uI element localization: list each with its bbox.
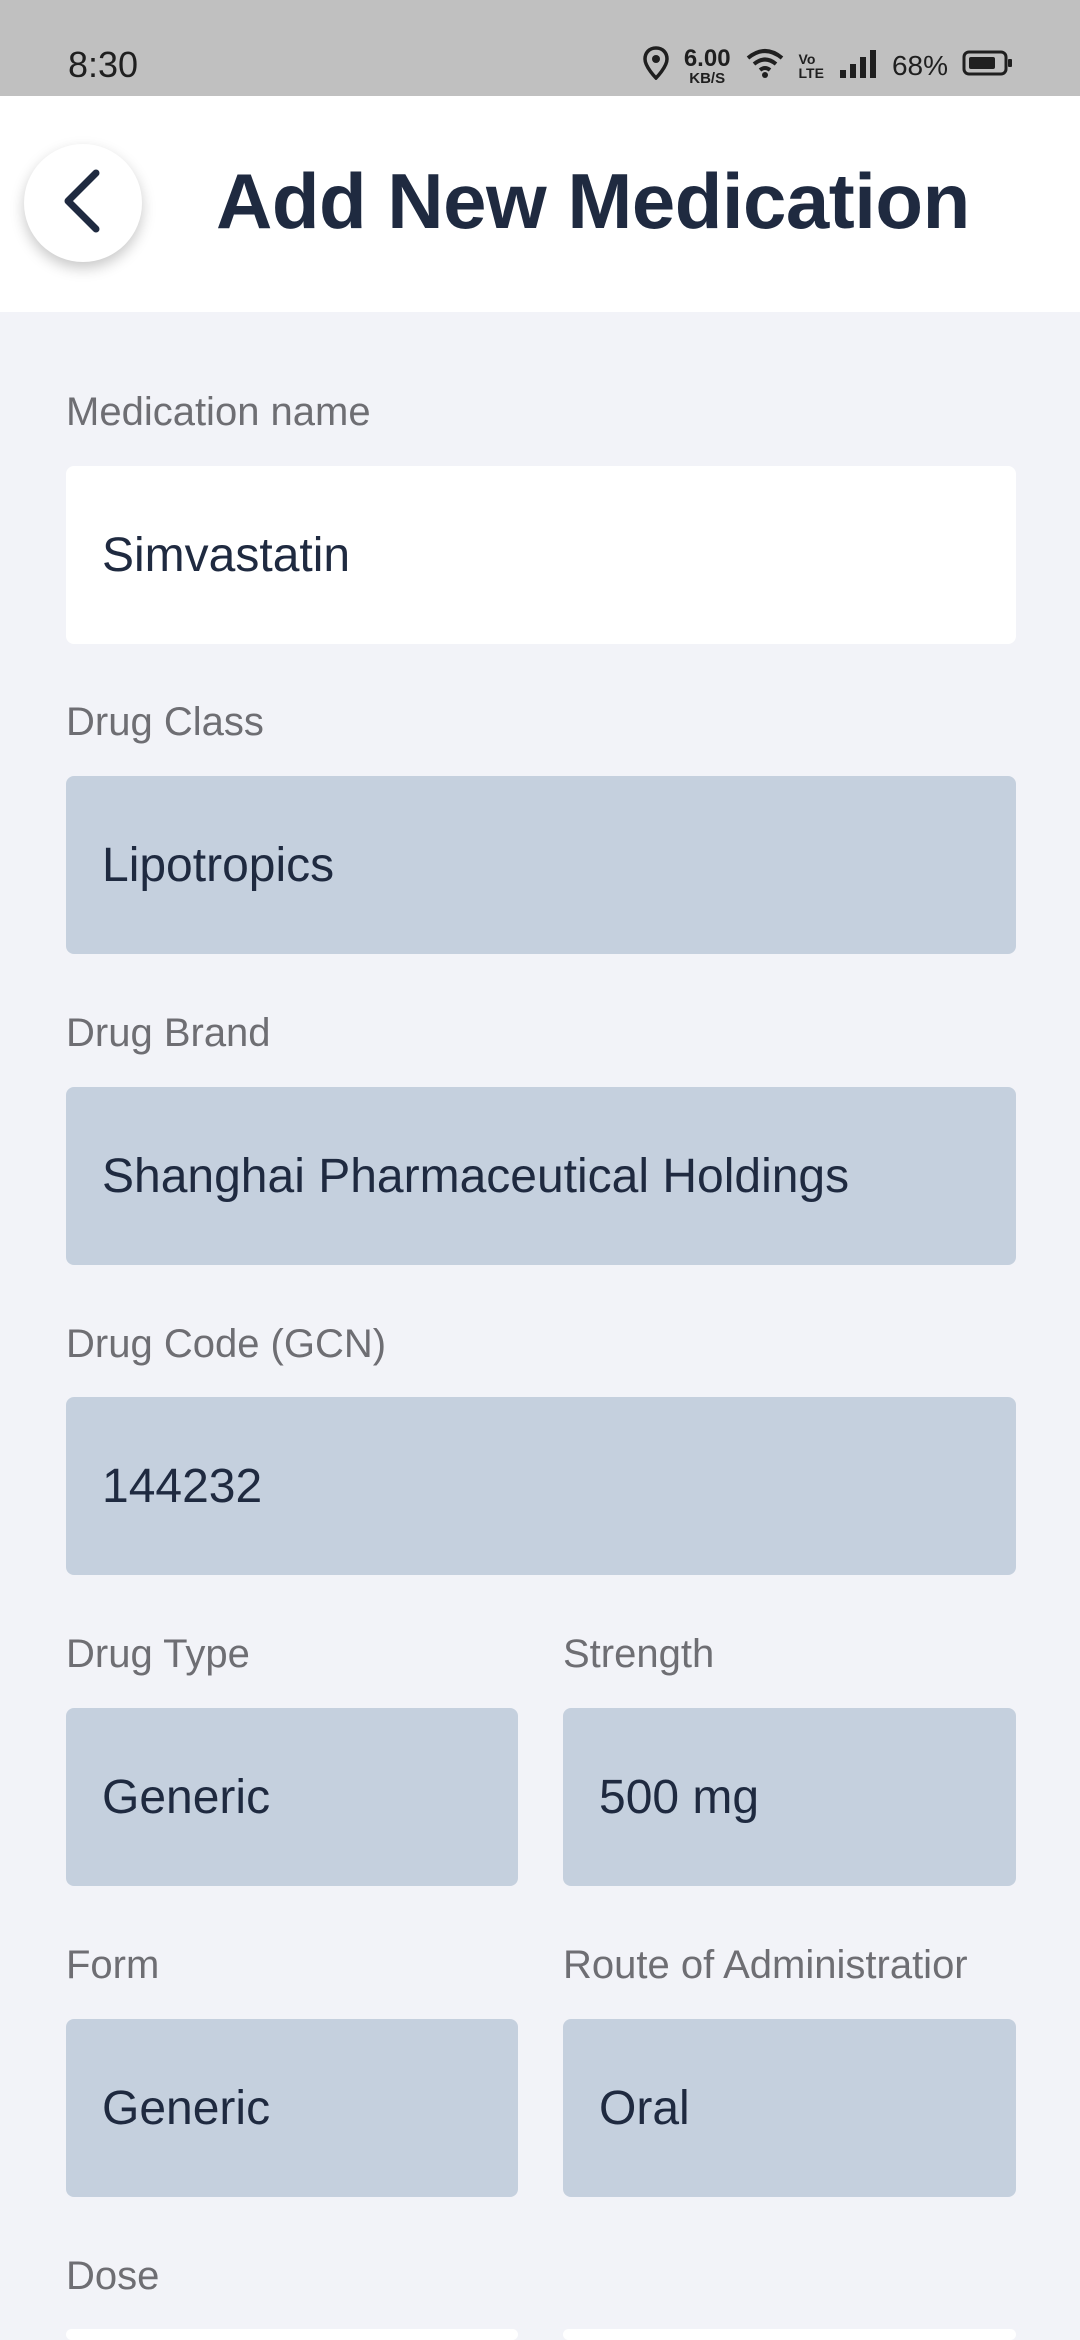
status-icons: 6.00 KB/S Vo LTE 68% (642, 44, 1014, 88)
drug-class-value: Lipotropics (102, 838, 335, 892)
form-value: Generic (102, 2081, 271, 2135)
drug-type-value: Generic (102, 1770, 271, 1824)
route-value: Oral (599, 2081, 690, 2135)
location-pin-icon (642, 45, 670, 87)
chevron-left-icon (58, 169, 108, 238)
status-time: 8:30 (68, 44, 139, 85)
dose-label: Dose (66, 2254, 160, 2298)
drug-brand-label: Drug Brand (66, 1011, 271, 1055)
network-speed: 6.00 KB/S (683, 44, 731, 87)
signal-icon (838, 48, 878, 85)
volte-indicator: Vo LTE (798, 51, 824, 81)
route-field[interactable]: Oral (563, 2019, 1016, 2197)
drug-type-field[interactable]: Generic (66, 1708, 518, 1886)
strength-field[interactable]: 500 mg (563, 1708, 1016, 1886)
status-bar: 8:30 6.00 KB/S Vo LTE 68% (0, 0, 1080, 96)
drug-code-label: Drug Code (GCN) (66, 1322, 387, 1366)
back-button[interactable] (24, 144, 142, 262)
app-header: Add New Medication (0, 96, 1080, 312)
medication-name-value: Simvastatin (102, 528, 351, 582)
drug-code-field[interactable]: 144232 (66, 1397, 1016, 1575)
drug-brand-value: Shanghai Pharmaceutical Holdings (102, 1149, 850, 1203)
strength-label: Strength (563, 1632, 715, 1676)
drug-class-label: Drug Class (66, 700, 264, 744)
drug-code-value: 144232 (102, 1459, 263, 1513)
route-label: Route of Administratior (563, 1943, 968, 1987)
form-field[interactable]: Generic (66, 2019, 518, 2197)
battery-icon (962, 49, 1014, 84)
drug-brand-field[interactable]: Shanghai Pharmaceutical Holdings (66, 1087, 1016, 1265)
dose-field[interactable] (66, 2329, 518, 2340)
battery-percent: 68% (891, 50, 948, 81)
medication-name-label: Medication name (66, 390, 371, 434)
strength-value: 500 mg (599, 1770, 760, 1824)
form-label: Form (66, 1943, 160, 1987)
dose-unit-field[interactable] (563, 2329, 1016, 2340)
wifi-icon (745, 47, 785, 86)
page-title: Add New Medication (216, 157, 970, 245)
drug-type-label: Drug Type (66, 1632, 250, 1676)
medication-name-input[interactable]: Simvastatin (66, 466, 1016, 644)
drug-class-field[interactable]: Lipotropics (66, 776, 1016, 954)
